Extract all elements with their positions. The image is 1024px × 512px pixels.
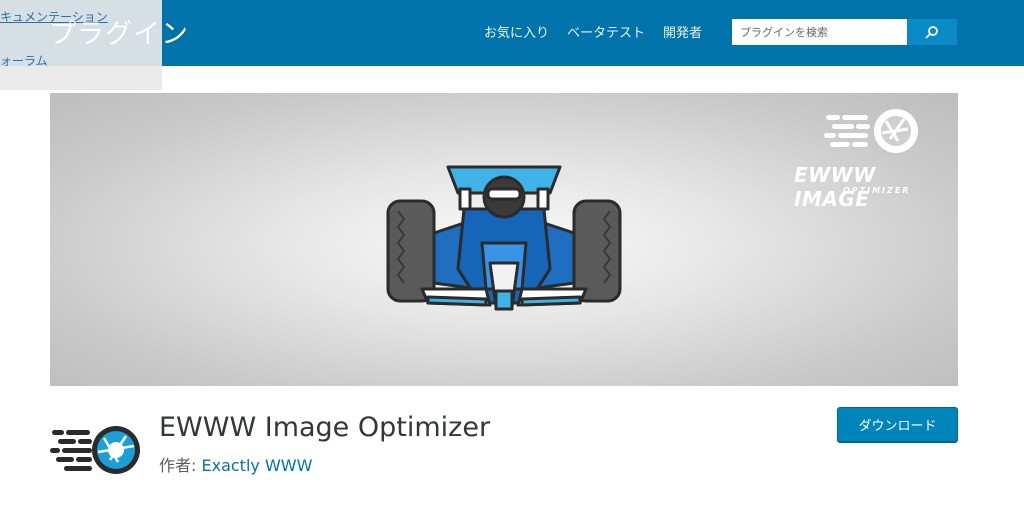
banner-logo-icon: [824, 109, 918, 153]
plugin-search-input[interactable]: [732, 19, 907, 45]
author-prefix: 作者:: [159, 456, 202, 475]
page-title: プラグイン: [49, 19, 189, 50]
search-icon: [925, 26, 938, 39]
nav-favorites[interactable]: お気に入り: [484, 22, 549, 41]
author-link[interactable]: Exactly WWW: [201, 456, 312, 475]
plugin-name: EWWW Image Optimizer: [159, 412, 491, 443]
header-nav: お気に入り ベータテスト 開発者: [484, 22, 702, 41]
download-button[interactable]: ダウンロード: [837, 407, 958, 442]
menu-item-forums[interactable]: ォーラム: [0, 52, 48, 69]
search-button[interactable]: [907, 19, 957, 45]
ewww-logo-icon: [50, 426, 140, 474]
nav-developers[interactable]: 開発者: [663, 22, 702, 41]
nav-beta-test[interactable]: ベータテスト: [567, 22, 645, 41]
banner-logo-subtext: OPTIMIZER: [843, 186, 911, 195]
plugin-author: 作者: Exactly WWW: [159, 452, 312, 476]
race-car-illustration: [386, 165, 622, 311]
plugin-banner: EWWW IMAGE OPTIMIZER: [50, 93, 958, 386]
